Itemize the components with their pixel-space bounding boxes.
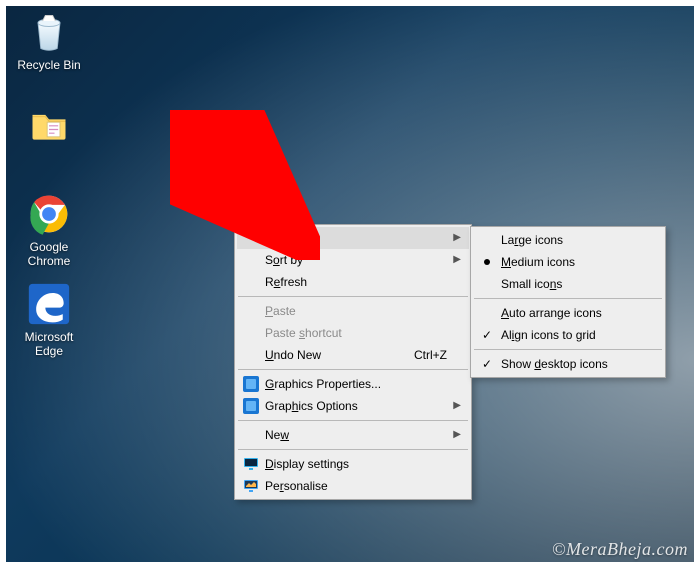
desktop-icon-chrome[interactable]: Google Chrome (10, 192, 88, 268)
edge-icon (27, 282, 71, 326)
menu-item-label: Paste (265, 304, 447, 318)
chevron-right-icon: ▶ (453, 232, 461, 243)
menu-item-label: New (265, 428, 447, 442)
menu-separator (474, 349, 662, 350)
chevron-right-icon: ▶ (453, 429, 461, 440)
menu-item-personalise[interactable]: Personalise (237, 475, 469, 497)
menu-item-label: Display settings (265, 457, 447, 471)
menu-item-display-settings[interactable]: Display settings (237, 453, 469, 475)
menu-separator (238, 449, 468, 450)
menu-separator (238, 420, 468, 421)
menu-item-paste: Paste (237, 300, 469, 322)
radio-selected-icon (479, 254, 495, 270)
menu-item-label: Graphics Properties... (265, 377, 447, 391)
menu-item-view[interactable]: View ▶ (237, 227, 469, 249)
menu-item-graphics-options[interactable]: Graphics Options ▶ (237, 395, 469, 417)
chevron-right-icon: ▶ (453, 254, 461, 265)
menu-item-paste-shortcut: Paste shortcut (237, 322, 469, 344)
desktop-icon-edge[interactable]: Microsoft Edge (10, 282, 88, 358)
menu-item-label: Large icons (501, 233, 641, 247)
chevron-right-icon: ▶ (453, 400, 461, 411)
menu-item-undo[interactable]: Undo New Ctrl+Z (237, 344, 469, 366)
desktop-context-menu[interactable]: View ▶ Sort by ▶ Refresh Paste Paste sho… (234, 224, 472, 500)
intel-graphics-icon (243, 376, 259, 392)
menu-item-refresh[interactable]: Refresh (237, 271, 469, 293)
personalise-icon (243, 478, 259, 494)
folder-icon (27, 102, 71, 146)
menu-separator (238, 369, 468, 370)
monitor-icon (243, 456, 259, 472)
menu-item-label: Auto arrange icons (501, 306, 641, 320)
view-submenu[interactable]: Large icons Medium icons Small icons Aut… (470, 226, 666, 378)
submenu-item-large-icons[interactable]: Large icons (473, 229, 663, 251)
recycle-bin-icon (27, 10, 71, 54)
menu-item-label: Refresh (265, 275, 447, 289)
menu-item-graphics-properties[interactable]: Graphics Properties... (237, 373, 469, 395)
submenu-item-small-icons[interactable]: Small icons (473, 273, 663, 295)
menu-item-label: View (265, 231, 447, 245)
menu-item-label: Graphics Options (265, 399, 447, 413)
submenu-item-medium-icons[interactable]: Medium icons (473, 251, 663, 273)
submenu-item-auto-arrange[interactable]: Auto arrange icons (473, 302, 663, 324)
menu-item-label: Small icons (501, 277, 641, 291)
desktop-icon-folder[interactable] (10, 102, 88, 150)
menu-item-label: Undo New (265, 348, 390, 362)
menu-separator (238, 296, 468, 297)
menu-separator (474, 298, 662, 299)
desktop-icon-recycle-bin[interactable]: Recycle Bin (10, 10, 88, 72)
menu-item-new[interactable]: New ▶ (237, 424, 469, 446)
watermark: ©MeraBheja.com (552, 539, 688, 560)
chrome-icon (27, 192, 71, 236)
check-icon (479, 327, 495, 343)
menu-item-sort-by[interactable]: Sort by ▶ (237, 249, 469, 271)
menu-item-label: Align icons to grid (501, 328, 641, 342)
intel-graphics-icon (243, 398, 259, 414)
menu-item-shortcut: Ctrl+Z (414, 348, 447, 362)
menu-item-label: Show desktop icons (501, 357, 641, 371)
menu-item-label: Personalise (265, 479, 447, 493)
menu-item-label: Sort by (265, 253, 447, 267)
desktop-icon-label: Microsoft Edge (10, 330, 88, 358)
desktop-icon-label: Google Chrome (10, 240, 88, 268)
submenu-item-align-to-grid[interactable]: Align icons to grid (473, 324, 663, 346)
submenu-item-show-desktop-icons[interactable]: Show desktop icons (473, 353, 663, 375)
check-icon (479, 356, 495, 372)
menu-item-label: Medium icons (501, 255, 641, 269)
desktop-icon-label: Recycle Bin (10, 58, 88, 72)
menu-item-label: Paste shortcut (265, 326, 447, 340)
